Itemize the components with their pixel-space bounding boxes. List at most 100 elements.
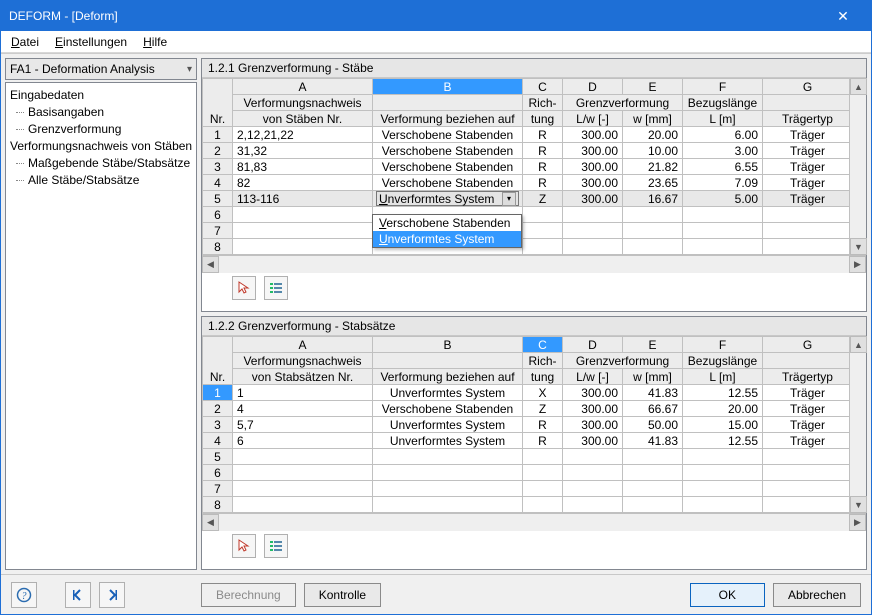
pick-member-button[interactable]	[232, 276, 256, 300]
table-row[interactable]: 6	[203, 207, 850, 223]
cell[interactable]	[563, 481, 623, 497]
row-header[interactable]: 8	[203, 239, 233, 255]
cell[interactable]: R	[523, 143, 563, 159]
col-letter[interactable]: F	[683, 337, 763, 353]
scroll-track[interactable]	[219, 256, 849, 273]
table-row[interactable]: 11Unverformtes SystemX300.0041.8312.55Tr…	[203, 385, 850, 401]
cell[interactable]	[763, 207, 850, 223]
cell[interactable]	[683, 239, 763, 255]
row-header[interactable]: 3	[203, 159, 233, 175]
cell[interactable]: 50.00	[623, 417, 683, 433]
cell[interactable]	[233, 223, 373, 239]
chevron-down-icon[interactable]: ▾	[502, 192, 516, 206]
vertical-scrollbar[interactable]: ▲ ▼	[849, 336, 866, 513]
row-header[interactable]: 4	[203, 433, 233, 449]
cell[interactable]: Träger	[763, 143, 850, 159]
cell[interactable]	[373, 465, 523, 481]
cell[interactable]: Träger	[763, 191, 850, 207]
cell[interactable]: 12.55	[683, 385, 763, 401]
cell[interactable]: Z	[523, 191, 563, 207]
col-letter[interactable]: C	[523, 79, 563, 95]
cell[interactable]	[523, 481, 563, 497]
row-header[interactable]: 7	[203, 223, 233, 239]
cell[interactable]: 300.00	[563, 127, 623, 143]
table-row[interactable]: 46Unverformtes SystemR300.0041.8312.55Tr…	[203, 433, 850, 449]
row-header[interactable]: 3	[203, 417, 233, 433]
cell[interactable]	[763, 239, 850, 255]
scroll-up-icon[interactable]: ▲	[850, 336, 867, 353]
cell[interactable]: 16.67	[623, 191, 683, 207]
settings-button[interactable]	[264, 276, 288, 300]
row-header[interactable]: 6	[203, 465, 233, 481]
col-letter[interactable]: D	[563, 337, 623, 353]
cell[interactable]: 12.55	[683, 433, 763, 449]
scroll-track[interactable]	[850, 353, 866, 496]
case-combo[interactable]: FA1 - Deformation Analysis ▾	[5, 58, 197, 80]
col-letter[interactable]: B	[373, 79, 523, 95]
ok-button[interactable]: OK	[690, 583, 765, 607]
cell[interactable]: 5,7	[233, 417, 373, 433]
vertical-scrollbar[interactable]: ▲ ▼	[849, 78, 866, 255]
table-row[interactable]: 5	[203, 449, 850, 465]
cell[interactable]	[683, 207, 763, 223]
row-header[interactable]: 6	[203, 207, 233, 223]
cell[interactable]: 300.00	[563, 433, 623, 449]
cell[interactable]	[523, 223, 563, 239]
col-letter[interactable]: G	[763, 337, 850, 353]
close-icon[interactable]: ✕	[823, 4, 863, 28]
cell[interactable]: 6	[233, 433, 373, 449]
row-header[interactable]: 7	[203, 481, 233, 497]
cell[interactable]: R	[523, 159, 563, 175]
cell[interactable]: 7.09	[683, 175, 763, 191]
cancel-button[interactable]: Abbrechen	[773, 583, 861, 607]
col-nr[interactable]: Nr.	[203, 79, 233, 127]
table-row[interactable]: 7	[203, 223, 850, 239]
cell[interactable]: Träger	[763, 159, 850, 175]
cell[interactable]: Verschobene Stabenden	[373, 127, 523, 143]
grid-sets[interactable]: Nr. A B C D E F G Verformungsnachweis	[202, 336, 849, 513]
prev-button[interactable]	[65, 582, 91, 608]
help-button[interactable]: ?	[11, 582, 37, 608]
pick-set-button[interactable]	[232, 534, 256, 558]
cell[interactable]	[373, 497, 523, 513]
cell[interactable]: 21.82	[623, 159, 683, 175]
cell[interactable]	[683, 223, 763, 239]
cell[interactable]	[373, 449, 523, 465]
cell[interactable]: 41.83	[623, 385, 683, 401]
tree-item[interactable]: Basisangaben	[8, 104, 194, 121]
col-letter[interactable]: A	[233, 79, 373, 95]
dropdown-option[interactable]: Verschobene Stabenden	[373, 215, 521, 231]
row-header[interactable]: 2	[203, 401, 233, 417]
table-row[interactable]: 35,7Unverformtes SystemR300.0050.0015.00…	[203, 417, 850, 433]
cell[interactable]: Träger	[763, 127, 850, 143]
tree-item[interactable]: Alle Stäbe/Stabsätze	[8, 172, 194, 189]
cell[interactable]: 82	[233, 175, 373, 191]
cell[interactable]	[233, 449, 373, 465]
cell[interactable]: 15.00	[683, 417, 763, 433]
cell[interactable]	[683, 465, 763, 481]
cell[interactable]	[563, 223, 623, 239]
table-row[interactable]: 12,12,21,22Verschobene StabendenR300.002…	[203, 127, 850, 143]
cell[interactable]: Träger	[763, 175, 850, 191]
table-row[interactable]: 7	[203, 481, 850, 497]
cell[interactable]	[563, 207, 623, 223]
tree-item[interactable]: Grenzverformung	[8, 121, 194, 138]
cell[interactable]: 81,83	[233, 159, 373, 175]
row-header[interactable]: 8	[203, 497, 233, 513]
table-row[interactable]: 231,32Verschobene StabendenR300.0010.003…	[203, 143, 850, 159]
check-button[interactable]: Kontrolle	[304, 583, 381, 607]
cell[interactable]: Verschobene Stabenden	[373, 159, 523, 175]
table-row[interactable]: 381,83Verschobene StabendenR300.0021.826…	[203, 159, 850, 175]
cell[interactable]	[523, 449, 563, 465]
cell[interactable]: Träger	[763, 385, 850, 401]
table-row[interactable]: 6	[203, 465, 850, 481]
col-nr[interactable]: Nr.	[203, 337, 233, 385]
cell[interactable]	[683, 497, 763, 513]
cell[interactable]	[683, 449, 763, 465]
dropdown-option[interactable]: Unverformtes System	[373, 231, 521, 247]
col-letter[interactable]: F	[683, 79, 763, 95]
col-letter[interactable]: C	[523, 337, 563, 353]
cell-dropdown[interactable]: Unverformtes System▾	[376, 191, 519, 206]
cell[interactable]: Z	[523, 401, 563, 417]
cell[interactable]: 5.00	[683, 191, 763, 207]
